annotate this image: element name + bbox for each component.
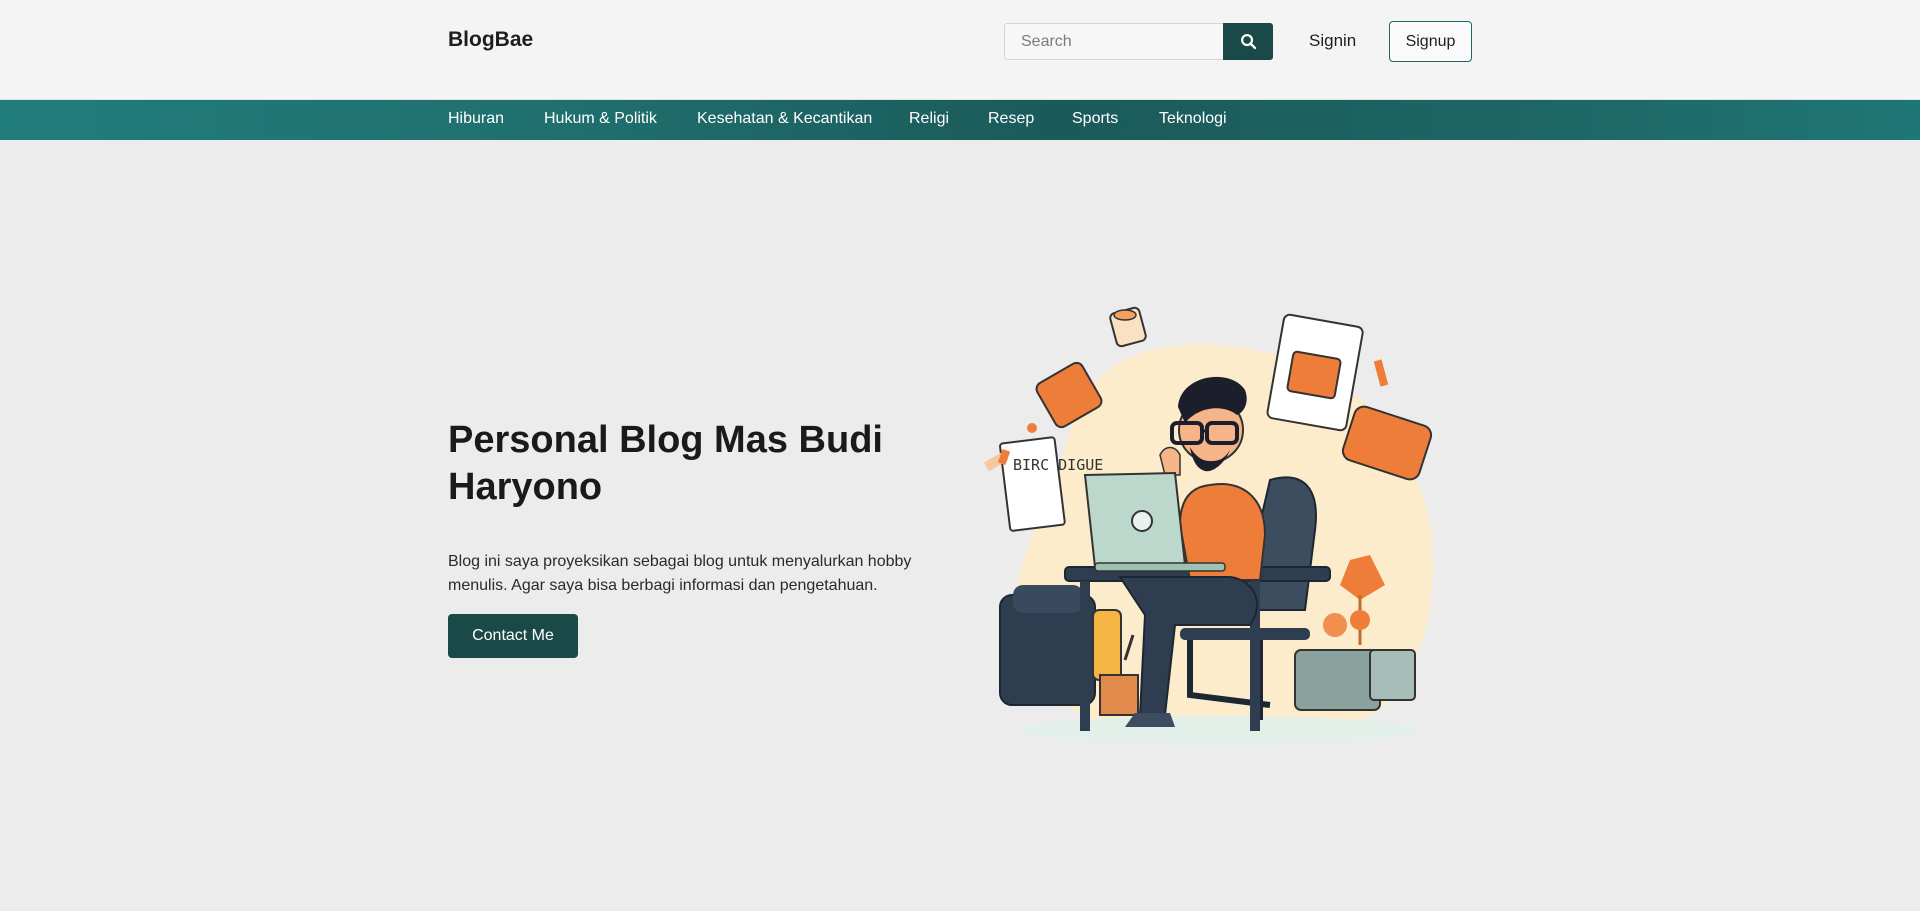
- search-form: [1004, 23, 1273, 60]
- floating-cup-icon: [1109, 306, 1147, 348]
- signup-button[interactable]: Signup: [1389, 21, 1472, 62]
- contact-me-button[interactable]: Contact Me: [448, 614, 578, 658]
- signin-link[interactable]: Signin: [1309, 31, 1356, 51]
- nav-item-hiburan[interactable]: Hiburan: [448, 110, 504, 128]
- hero-description: Blog ini saya proyeksikan sebagai blog u…: [448, 553, 912, 594]
- hero-illustration: BIRC DIGUE: [983, 306, 1433, 744]
- nav-item-teknologi[interactable]: Teknologi: [1159, 110, 1227, 128]
- nav-item-sports[interactable]: Sports: [1072, 110, 1118, 128]
- nav-item-religi[interactable]: Religi: [909, 110, 949, 128]
- note-text: BIRC DIGUE: [1013, 456, 1103, 474]
- category-nav: Hiburan Hukum & Politik Kesehatan & Keca…: [0, 100, 1920, 140]
- brand-logo[interactable]: BlogBae: [448, 28, 533, 52]
- search-input[interactable]: [1004, 23, 1223, 60]
- hero-title: Personal Blog Mas Budi Haryono: [448, 419, 883, 508]
- search-button[interactable]: [1223, 23, 1273, 60]
- floating-frame-icon: [1266, 313, 1364, 432]
- nav-item-hukum-politik[interactable]: Hukum & Politik: [544, 110, 657, 128]
- nav-item-kesehatan-kecantikan[interactable]: Kesehatan & Kecantikan: [697, 110, 872, 128]
- search-icon: [1240, 34, 1256, 50]
- top-header: BlogBae Signin Signup: [0, 0, 1920, 100]
- nav-item-resep[interactable]: Resep: [988, 110, 1034, 128]
